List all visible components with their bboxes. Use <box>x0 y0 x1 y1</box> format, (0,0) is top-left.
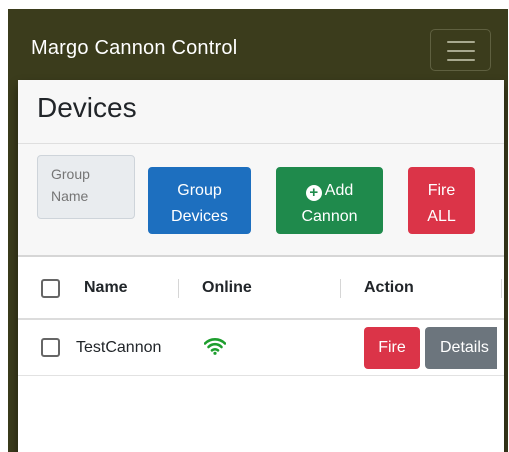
group-name-input[interactable] <box>37 155 135 219</box>
group-devices-button[interactable]: Group Devices <box>148 167 251 234</box>
app-frame: Margo Cannon Control Devices Group Devic… <box>8 9 508 452</box>
hamburger-menu-icon <box>447 41 475 43</box>
wifi-icon <box>204 338 226 355</box>
device-toolbar: Group Devices +Add Cannon Fire ALL <box>18 144 504 257</box>
table-row: TestCannon Fire Details <box>18 320 504 376</box>
fire-button[interactable]: Fire <box>364 327 420 369</box>
group-devices-label: Group Devices <box>171 182 228 225</box>
hamburger-menu-icon <box>447 50 475 52</box>
column-header-online[interactable]: Online <box>202 279 252 297</box>
card-header: Devices <box>18 80 504 144</box>
column-divider <box>178 279 179 298</box>
table-header: Name Online Action <box>18 257 504 320</box>
column-divider <box>501 279 502 298</box>
add-cannon-button[interactable]: + Add Cannon <box>276 167 383 234</box>
details-button[interactable]: Details <box>425 327 497 369</box>
devices-card: Devices Group Devices +Add Cannon Fire A… <box>18 80 504 452</box>
column-header-name[interactable]: Name <box>84 279 128 297</box>
column-header-action[interactable]: Action <box>364 279 414 297</box>
device-name: TestCannon <box>76 339 162 356</box>
hamburger-menu-icon <box>447 59 475 61</box>
select-all-checkbox[interactable] <box>41 279 60 298</box>
navbar-brand[interactable]: Margo Cannon Control <box>31 37 237 60</box>
add-cannon-content: + Add Cannon <box>290 178 370 230</box>
fire-all-button[interactable]: Fire ALL <box>408 167 475 234</box>
page-title: Devices <box>37 92 137 123</box>
navbar-toggler-button[interactable] <box>430 29 491 71</box>
navbar: Margo Cannon Control <box>8 9 508 80</box>
plus-circle-icon: + <box>305 185 322 201</box>
fire-all-label: Fire ALL <box>427 182 456 225</box>
row-select-checkbox[interactable] <box>41 338 60 357</box>
column-divider <box>340 279 341 298</box>
